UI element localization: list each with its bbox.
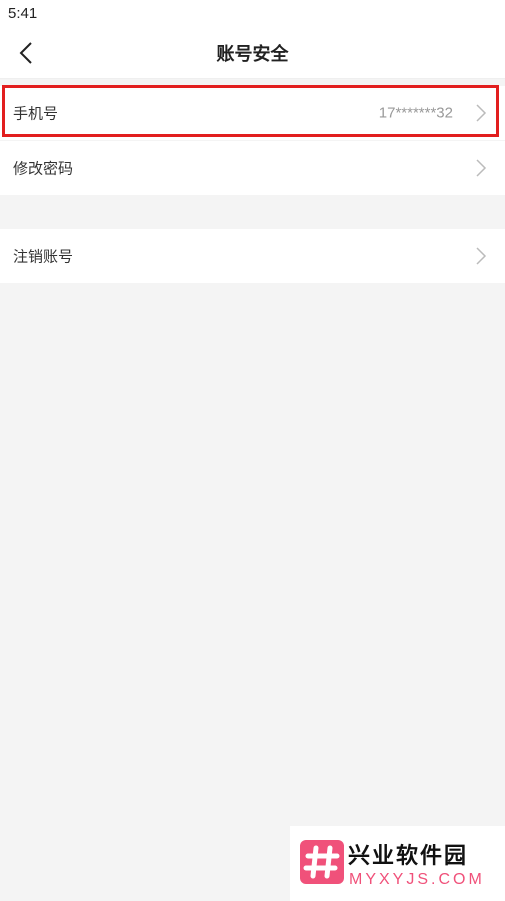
- watermark: 兴业软件园 MYXYJS.COM: [290, 826, 505, 901]
- watermark-subtitle: MYXYJS.COM: [349, 871, 485, 888]
- nav-divider: [0, 78, 505, 79]
- settings-row-change-password[interactable]: 修改密码: [0, 141, 505, 195]
- chevron-right-icon: [476, 104, 487, 122]
- watermark-title: 兴业软件园: [348, 844, 469, 869]
- settings-row-delete-account[interactable]: 注销账号: [0, 229, 505, 283]
- row-label: 注销账号: [13, 247, 74, 266]
- row-label: 手机号: [13, 104, 59, 123]
- row-label: 修改密码: [13, 159, 74, 178]
- status-time: 5:41: [8, 5, 38, 22]
- phone-number-value: 17*******32: [378, 104, 453, 122]
- hash-logo-icon: [300, 840, 344, 884]
- nav-bar: 账号安全: [0, 28, 505, 78]
- status-bar: 5:41: [0, 0, 505, 28]
- chevron-right-icon: [476, 159, 487, 177]
- settings-row-phone[interactable]: 手机号 17*******32: [0, 86, 505, 140]
- page-title: 账号安全: [216, 44, 289, 65]
- chevron-right-icon: [476, 247, 487, 265]
